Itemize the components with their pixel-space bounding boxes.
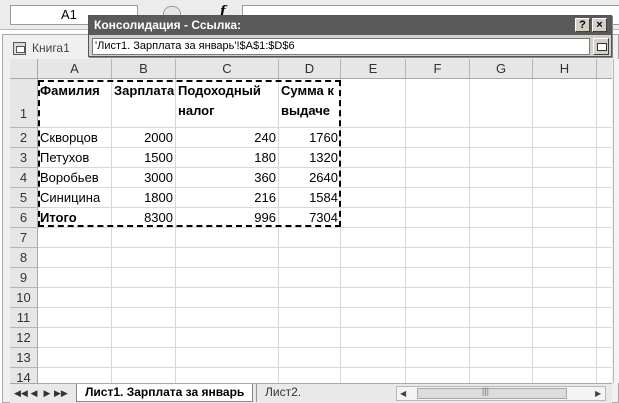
gridline — [278, 79, 279, 383]
cell-d1[interactable]: Сумма к выдаче — [279, 80, 339, 121]
column-header-i[interactable] — [597, 59, 612, 79]
scroll-right-icon[interactable]: ▶ — [595, 388, 601, 400]
horizontal-scroll-thumb[interactable] — [417, 386, 567, 399]
cell-c2[interactable]: 240 — [176, 128, 278, 148]
row-header-12[interactable]: 12 — [10, 328, 38, 348]
cell-a2[interactable]: Скворцов — [38, 128, 111, 148]
cell-d2[interactable]: 1760 — [279, 128, 340, 148]
gridline — [596, 79, 597, 383]
row-header-10[interactable]: 10 — [10, 288, 38, 308]
cell-b5[interactable]: 1800 — [112, 188, 175, 208]
column-header-a[interactable]: A — [38, 59, 112, 79]
row-header-11[interactable]: 11 — [10, 308, 38, 328]
column-header-h[interactable]: H — [533, 59, 597, 79]
gridline — [38, 287, 612, 288]
workbook-title: Книга1 — [32, 41, 70, 55]
cell-c4[interactable]: 360 — [176, 168, 278, 188]
row-header-9[interactable]: 9 — [10, 268, 38, 288]
cell-c5[interactable]: 216 — [176, 188, 278, 208]
row-header-1[interactable]: 1 — [10, 79, 38, 128]
row-header-5[interactable]: 5 — [10, 188, 38, 208]
next-sheet-icon[interactable]: ▶ — [41, 386, 53, 400]
gridline — [469, 79, 470, 383]
sheet-tab-bar: ◀◀ ◀ ▶ ▶▶ Лист1. Зарплата за январь Лист… — [10, 383, 612, 403]
row-header-8[interactable]: 8 — [10, 248, 38, 268]
cell-a1[interactable]: Фамилия — [38, 80, 111, 101]
dialog-title: Консолидация - Ссылка: — [94, 18, 242, 32]
cell-a4[interactable]: Воробьев — [38, 168, 111, 188]
gridline — [38, 367, 612, 368]
workbook-icon — [13, 42, 26, 55]
cell-b2[interactable]: 2000 — [112, 128, 175, 148]
consolidation-reference-dialog: Консолидация - Ссылка: ? × 'Лист1. Зарпл… — [88, 15, 612, 57]
close-button[interactable]: × — [592, 18, 607, 32]
cell-b1[interactable]: Зарплата — [112, 80, 175, 101]
cell-b4[interactable]: 3000 — [112, 168, 175, 188]
cell-c6[interactable]: 996 — [176, 208, 278, 228]
row-header-14[interactable]: 14 — [10, 368, 38, 383]
first-sheet-icon[interactable]: ◀◀ — [14, 386, 28, 400]
prev-sheet-icon[interactable]: ◀ — [28, 386, 40, 400]
cell-d4[interactable]: 2640 — [279, 168, 340, 188]
column-header-e[interactable]: E — [341, 59, 406, 79]
gridline — [175, 79, 176, 383]
row-header-6[interactable]: 6 — [10, 208, 38, 228]
dialog-titlebar[interactable]: Консолидация - Ссылка: ? × — [89, 16, 611, 35]
cell-c1[interactable]: Подоходный налог — [176, 80, 276, 121]
row-header-4[interactable]: 4 — [10, 168, 38, 188]
help-button[interactable]: ? — [575, 18, 590, 32]
cell-a6[interactable]: Итого — [38, 208, 111, 228]
cell-c3[interactable]: 180 — [176, 148, 278, 168]
gridline — [405, 79, 406, 383]
scroll-left-icon[interactable]: ◀ — [400, 388, 406, 400]
gridline — [532, 79, 533, 383]
column-header-c[interactable]: C — [176, 59, 279, 79]
cell-b6[interactable]: 8300 — [112, 208, 175, 228]
select-all-corner[interactable] — [10, 59, 38, 79]
gridline — [38, 347, 612, 348]
column-header-g[interactable]: G — [470, 59, 533, 79]
cell-a3[interactable]: Петухов — [38, 148, 111, 168]
cell-a5[interactable]: Синицина — [38, 188, 111, 208]
gridline — [340, 79, 341, 383]
expand-dialog-button[interactable] — [593, 38, 609, 55]
row-header-7[interactable]: 7 — [10, 228, 38, 248]
gridline — [38, 247, 612, 248]
column-header-f[interactable]: F — [406, 59, 470, 79]
spreadsheet-grid[interactable]: A B C D E F G H 1 2 3 4 5 6 7 8 9 10 11 … — [10, 59, 612, 383]
cell-b3[interactable]: 1500 — [112, 148, 175, 168]
vertical-scrollbar[interactable] — [613, 59, 619, 383]
gridline — [38, 307, 612, 308]
row-header-2[interactable]: 2 — [10, 128, 38, 148]
gridline — [38, 267, 612, 268]
cell-d5[interactable]: 1584 — [279, 188, 340, 208]
cell-d6[interactable]: 7304 — [279, 208, 340, 228]
tab-sheet2[interactable]: Лист2. Зарплата за февраль — [256, 384, 362, 402]
row-header-13[interactable]: 13 — [10, 348, 38, 368]
gridline — [111, 79, 112, 383]
row-header-3[interactable]: 3 — [10, 148, 38, 168]
horizontal-scrollbar[interactable]: ◀ ▶ — [396, 386, 606, 401]
gridline — [38, 327, 612, 328]
column-header-b[interactable]: B — [112, 59, 176, 79]
last-sheet-icon[interactable]: ▶▶ — [54, 386, 68, 400]
tab-sheet1[interactable]: Лист1. Зарплата за январь — [76, 384, 254, 402]
column-header-d[interactable]: D — [279, 59, 341, 79]
reference-field[interactable]: 'Лист1. Зарплата за январь'!$A$1:$D$6 — [92, 38, 590, 55]
cell-d3[interactable]: 1320 — [279, 148, 340, 168]
